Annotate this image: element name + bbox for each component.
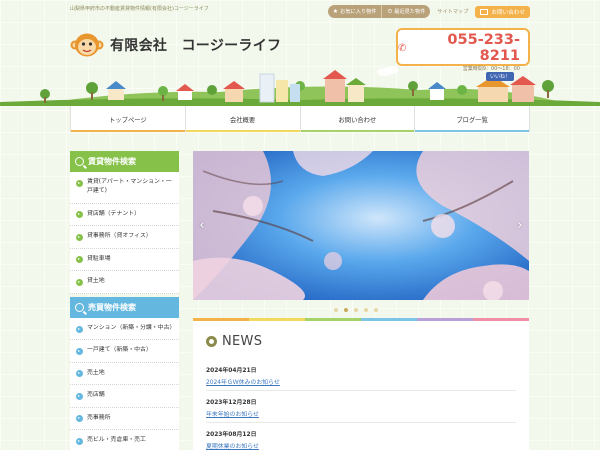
- slider-dot[interactable]: [374, 308, 378, 312]
- company-name: 有限会社 コージーライフ: [110, 38, 282, 54]
- rental-item-store[interactable]: 貸店舗（テナント）: [70, 204, 179, 227]
- news-date: 2023年12月28日: [206, 400, 257, 406]
- arrow-bullet-icon: [76, 179, 83, 187]
- favorite-label: お気に入り物件: [340, 9, 377, 15]
- sale-search-title: 売買物件検索: [88, 303, 136, 312]
- sale-item-office[interactable]: 売事務所: [70, 408, 179, 431]
- arrow-bullet-icon: [76, 233, 83, 241]
- slider-dot[interactable]: [344, 308, 348, 312]
- sale-item-house[interactable]: 一戸建て（新築・中古）: [70, 340, 179, 363]
- sale-item-label: 売ビル・売倉庫・売工: [87, 437, 146, 444]
- sale-item-label: 一戸建て（新築・中古）: [87, 347, 152, 354]
- nav-item-company[interactable]: 会社概要: [185, 106, 301, 132]
- slider-dot[interactable]: [334, 308, 338, 312]
- rental-category-list: 賃貸(アパート・マンション・一戸建て) 貸店舗（テナント） 貸事務所（貸オフィス…: [70, 172, 179, 294]
- sale-search-heading: 売買物件検索: [70, 297, 179, 318]
- phone-box[interactable]: ✆ 055-233-8211 営業時間9：00～18：00: [396, 28, 530, 72]
- news-link[interactable]: 年末年始のお知らせ: [206, 409, 516, 418]
- slider-dot[interactable]: [354, 308, 358, 312]
- monkey-mascot-icon: [70, 33, 104, 57]
- slider-prev-arrow[interactable]: ‹: [195, 215, 209, 235]
- sale-item-label: 売事務所: [87, 414, 111, 421]
- news-item: 2023年08月12日 夏期休業のお知らせ: [206, 423, 516, 450]
- news-link[interactable]: 夏期休業のお知らせ: [206, 441, 516, 450]
- nav-item-top[interactable]: トップページ: [71, 106, 186, 132]
- news-list: 2024年04月21日 2024年ＧＷ休みのお知らせ 2023年12月28日 年…: [206, 359, 516, 450]
- global-nav: トップページ 会社概要 お問い合わせ ブログ一覧: [70, 106, 530, 132]
- news-section: NEWS 2024年04月21日 2024年ＧＷ休みのお知らせ 2023年12月…: [193, 321, 529, 450]
- sale-item-land[interactable]: 売土地: [70, 363, 179, 386]
- top-links: ★ お気に入り物件 ⏲ 最近見た物件 サイトマップ お問い合わせ: [327, 5, 530, 18]
- rental-search-heading: 賃貸物件検索: [70, 151, 179, 172]
- rental-search-title: 賃貸物件検索: [88, 157, 136, 166]
- news-item: 2023年12月28日 年末年始のお知らせ: [206, 391, 516, 423]
- site-logo[interactable]: 有限会社 コージーライフ: [70, 32, 281, 58]
- contact-top-button[interactable]: お問い合わせ: [475, 5, 530, 18]
- sitemap-link[interactable]: サイトマップ: [434, 8, 471, 15]
- arrow-bullet-icon: [76, 278, 83, 286]
- rental-item-office[interactable]: 貸事務所（貸オフィス）: [70, 226, 179, 249]
- sale-category-list: マンション（新築・分譲・中古） 一戸建て（新築・中古） 売土地 売店舗 売事務所…: [70, 318, 179, 450]
- sale-search-box: 売買物件検索 マンション（新築・分譲・中古） 一戸建て（新築・中古） 売土地 売…: [70, 297, 179, 450]
- sale-item-condominium[interactable]: マンション（新築・分譲・中古）: [70, 318, 179, 341]
- phone-number-text: 055-233-8211: [447, 32, 520, 64]
- rental-item-label: 賃貸(アパート・マンション・一戸建て): [87, 179, 172, 195]
- hero-slider: ‹ ›: [193, 151, 529, 300]
- sale-item-label: 売土地: [87, 369, 105, 376]
- rental-search-box: 賃貸物件検索 賃貸(アパート・マンション・一戸建て) 貸店舗（テナント） 貸事務…: [70, 151, 179, 294]
- slider-dot[interactable]: [364, 308, 368, 312]
- news-heading: NEWS: [206, 334, 516, 349]
- rental-item-label: 貸店舗（テナント）: [87, 210, 141, 217]
- recent-label: 最近見た物件: [394, 9, 426, 15]
- sale-item-building[interactable]: 売ビル・売倉庫・売工: [70, 430, 179, 450]
- ring-icon: [206, 336, 217, 347]
- sale-item-label: 売店舗: [87, 392, 105, 399]
- rental-item-label: 貸駐車場: [87, 255, 111, 262]
- rental-item-residential[interactable]: 賃貸(アパート・マンション・一戸建て): [70, 172, 179, 204]
- news-link[interactable]: 2024年ＧＷ休みのお知らせ: [206, 377, 516, 386]
- arrow-bullet-icon: [76, 347, 83, 355]
- facebook-like-button[interactable]: いいね！: [486, 72, 515, 81]
- contact-top-label: お問い合わせ: [491, 9, 525, 16]
- arrow-bullet-icon: [76, 256, 83, 264]
- town-illustration: [0, 66, 600, 106]
- news-date: 2023年08月12日: [206, 432, 257, 438]
- nav-item-blog[interactable]: ブログ一覧: [415, 106, 530, 132]
- search-icon: [75, 303, 84, 312]
- sale-item-label: マンション（新築・分譲・中古）: [87, 325, 176, 331]
- cherry-blossom-slide-image: [193, 151, 529, 300]
- arrow-bullet-icon: [76, 415, 83, 423]
- arrow-bullet-icon: [76, 392, 83, 400]
- recently-viewed-link[interactable]: ⏲ 最近見た物件: [381, 5, 430, 18]
- phone-number: ✆ 055-233-8211: [398, 32, 520, 64]
- favorite-properties-link[interactable]: ★ お気に入り物件: [328, 5, 382, 18]
- site-tagline: 山梨県甲府市の不動産賃貸物件情報(有限会社)コージーライフ: [70, 6, 209, 12]
- arrow-bullet-icon: [76, 325, 83, 333]
- phone-icon: ✆: [398, 42, 407, 54]
- rental-item-land[interactable]: 貸土地: [70, 271, 179, 294]
- slider-next-arrow[interactable]: ›: [513, 215, 527, 235]
- rental-item-parking[interactable]: 貸駐車場: [70, 249, 179, 272]
- history-icon: ⏲: [387, 7, 393, 15]
- news-item: 2024年04月21日 2024年ＧＷ休みのお知らせ: [206, 359, 516, 391]
- top-bar: 山梨県甲府市の不動産賃貸物件情報(有限会社)コージーライフ ★ お気に入り物件 …: [0, 0, 600, 22]
- arrow-bullet-icon: [76, 437, 83, 445]
- like-label: いいね！: [490, 74, 511, 80]
- news-title-text: NEWS: [222, 334, 263, 349]
- envelope-icon: [480, 8, 489, 15]
- star-icon: ★: [332, 7, 339, 15]
- rental-item-label: 貸土地: [87, 278, 105, 285]
- news-date: 2024年04月21日: [206, 368, 257, 374]
- slider-pagination: [334, 308, 378, 312]
- arrow-bullet-icon: [76, 211, 83, 219]
- search-icon: [75, 157, 84, 166]
- nav-item-contact[interactable]: お問い合わせ: [300, 106, 416, 132]
- history-links: ★ お気に入り物件 ⏲ 最近見た物件: [327, 5, 431, 18]
- rental-item-label: 貸事務所（貸オフィス）: [87, 233, 152, 240]
- arrow-bullet-icon: [76, 370, 83, 378]
- sale-item-store[interactable]: 売店舗: [70, 385, 179, 408]
